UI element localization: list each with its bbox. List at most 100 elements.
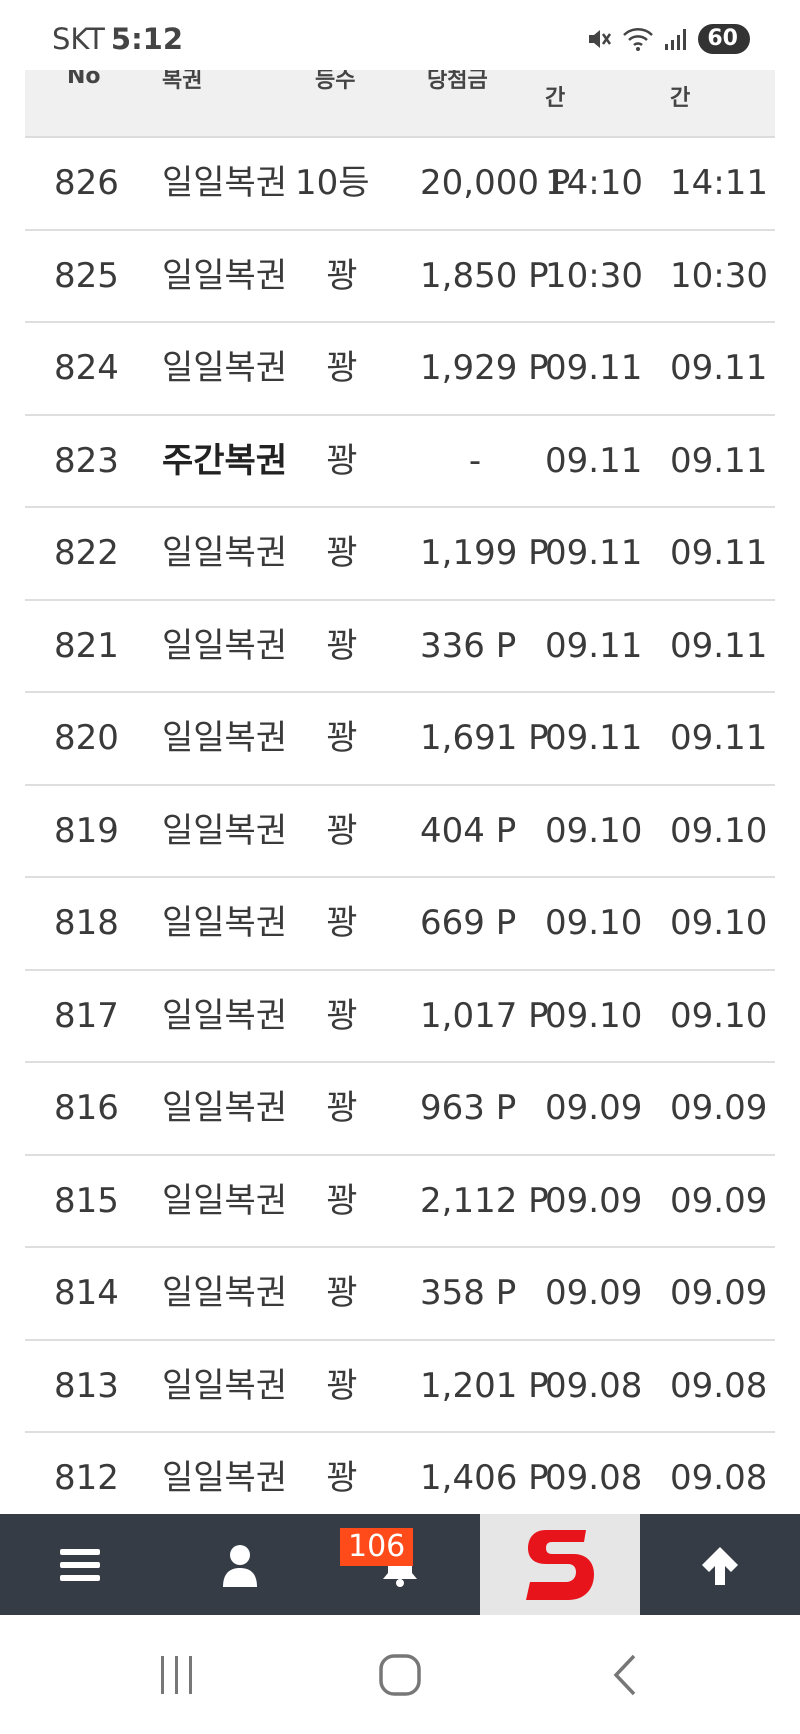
row-amount: 1,850 P <box>420 255 549 296</box>
table-row[interactable]: 826 일일복권 10등 20,000 P 14:10 14:11 <box>25 138 775 231</box>
notification-count-badge: 106 <box>340 1528 414 1566</box>
row-type: 일일복권 <box>162 1273 288 1313</box>
home-logo-button[interactable] <box>480 1514 640 1615</box>
row-type: 일일복권 <box>162 1458 288 1498</box>
home-icon <box>379 1654 421 1696</box>
row-time-2: 09.11 <box>670 625 768 666</box>
row-rank: 꽝 <box>326 1458 358 1498</box>
row-time-1: 09.10 <box>545 995 643 1036</box>
row-rank: 10등 <box>295 163 370 203</box>
recent-apps-button[interactable] <box>137 1643 217 1707</box>
row-time-1: 09.09 <box>545 1088 643 1128</box>
carrier: SKT <box>52 22 105 56</box>
table-row[interactable]: 822 일일복권 꽝 1,199 P 09.11 09.11 <box>25 508 775 601</box>
row-amount: 1,199 P <box>420 533 549 573</box>
row-time-2: 09.11 <box>670 348 768 388</box>
row-amount: 2,112 P <box>420 1180 549 1221</box>
row-no: 820 <box>54 718 119 758</box>
row-no: 814 <box>54 1273 119 1313</box>
row-amount: 963 P <box>420 1088 517 1128</box>
row-time-2: 09.11 <box>670 718 768 758</box>
wifi-icon <box>623 28 654 51</box>
row-type: 일일복권 <box>162 1365 288 1406</box>
row-amount: 1,201 P <box>420 1365 549 1406</box>
row-rank: 꽝 <box>326 1088 358 1128</box>
row-type: 일일복권 <box>162 533 288 573</box>
row-rank: 꽝 <box>326 533 358 573</box>
row-time-2: 09.09 <box>670 1180 768 1221</box>
row-type: 주간복권 <box>162 440 288 481</box>
table-row[interactable]: 816 일일복권 꽝 963 P 09.09 09.09 <box>25 1063 775 1156</box>
row-amount: 1,017 P <box>420 995 549 1036</box>
table-row[interactable]: 817 일일복권 꽝 1,017 P 09.10 09.10 <box>25 971 775 1063</box>
menu-icon <box>60 1548 100 1581</box>
row-rank: 꽝 <box>326 625 358 666</box>
site-logo <box>526 1529 594 1600</box>
row-no: 816 <box>54 1088 119 1128</box>
row-time-1: 09.11 <box>545 625 643 666</box>
row-time-1: 09.10 <box>545 810 643 851</box>
row-time-2: 09.08 <box>670 1365 768 1406</box>
table-row[interactable]: 819 일일복권 꽝 404 P 09.10 09.10 <box>25 786 775 878</box>
row-type: 일일복권 <box>162 995 288 1036</box>
row-time-1: 09.08 <box>545 1458 643 1498</box>
clock: 5:12 <box>110 22 184 56</box>
row-no: 824 <box>54 348 119 388</box>
row-rank: 꽝 <box>326 440 358 481</box>
row-amount: 336 P <box>420 625 517 666</box>
table-row[interactable]: 823 주간복권 꽝 - 09.11 09.11 <box>25 416 775 508</box>
row-time-2: 14:11 <box>670 163 768 203</box>
table-row[interactable]: 821 일일복권 꽝 336 P 09.11 09.11 <box>25 601 775 693</box>
row-type: 일일복권 <box>162 903 288 943</box>
scroll-top-button[interactable] <box>640 1514 800 1615</box>
row-rank: 꽝 <box>326 1180 358 1221</box>
row-no: 826 <box>54 163 119 203</box>
back-button[interactable] <box>585 1643 665 1707</box>
row-amount: 1,691 P <box>420 718 549 758</box>
profile-button[interactable] <box>160 1514 320 1615</box>
row-type: 일일복권 <box>162 1180 288 1221</box>
table-row[interactable]: 812 일일복권 꽝 1,406 P 09.08 09.08 <box>25 1433 775 1526</box>
system-nav <box>0 1615 800 1734</box>
row-time-1: 10:30 <box>545 255 643 296</box>
row-type: 일일복권 <box>162 810 288 851</box>
row-time-1: 09.08 <box>545 1365 643 1406</box>
header-time-1: 간 <box>545 86 566 111</box>
row-no: 817 <box>54 995 119 1036</box>
home-button[interactable] <box>360 1643 440 1707</box>
signal-icon <box>665 29 687 50</box>
row-time-2: 09.11 <box>670 533 768 573</box>
table-row[interactable]: 820 일일복권 꽝 1,691 P 09.11 09.11 <box>25 693 775 786</box>
row-type: 일일복권 <box>162 255 288 296</box>
table-row[interactable]: 824 일일복권 꽝 1,929 P 09.11 09.11 <box>25 323 775 416</box>
row-time-2: 09.10 <box>670 810 768 851</box>
mute-icon <box>589 30 612 48</box>
table-row[interactable]: 825 일일복권 꽝 1,850 P 10:30 10:30 <box>25 231 775 323</box>
row-time-1: 09.09 <box>545 1180 643 1221</box>
row-time-1: 09.10 <box>545 903 643 943</box>
menu-button[interactable] <box>0 1514 160 1615</box>
row-time-1: 09.11 <box>545 348 643 388</box>
row-no: 812 <box>54 1458 119 1498</box>
row-amount: - <box>468 440 482 481</box>
header-time-2: 간 <box>670 86 691 111</box>
row-rank: 꽝 <box>326 995 358 1036</box>
status-left: SKT 5:12 <box>52 22 183 56</box>
table-row[interactable]: 813 일일복권 꽝 1,201 P 09.08 09.08 <box>25 1341 775 1433</box>
row-no: 815 <box>54 1180 119 1221</box>
lottery-history-table: No 복권 등수 당첨금 간 간 826 일일복권 10등 20,000 P 1… <box>25 64 775 1526</box>
table-row[interactable]: 814 일일복권 꽝 358 P 09.09 09.09 <box>25 1248 775 1341</box>
row-rank: 꽝 <box>326 718 358 758</box>
row-amount: 404 P <box>420 810 517 851</box>
row-rank: 꽝 <box>326 810 358 851</box>
row-amount: 669 P <box>420 903 517 943</box>
bottom-nav: 106 <box>0 1514 800 1615</box>
row-time-2: 09.09 <box>670 1273 768 1313</box>
row-rank: 꽝 <box>326 903 358 943</box>
table-row[interactable]: 818 일일복권 꽝 669 P 09.10 09.10 <box>25 878 775 971</box>
row-time-1: 14:10 <box>545 163 643 203</box>
row-time-1: 09.11 <box>545 440 643 481</box>
row-no: 813 <box>54 1365 119 1406</box>
row-rank: 꽝 <box>326 1273 358 1313</box>
table-row[interactable]: 815 일일복권 꽝 2,112 P 09.09 09.09 <box>25 1156 775 1248</box>
